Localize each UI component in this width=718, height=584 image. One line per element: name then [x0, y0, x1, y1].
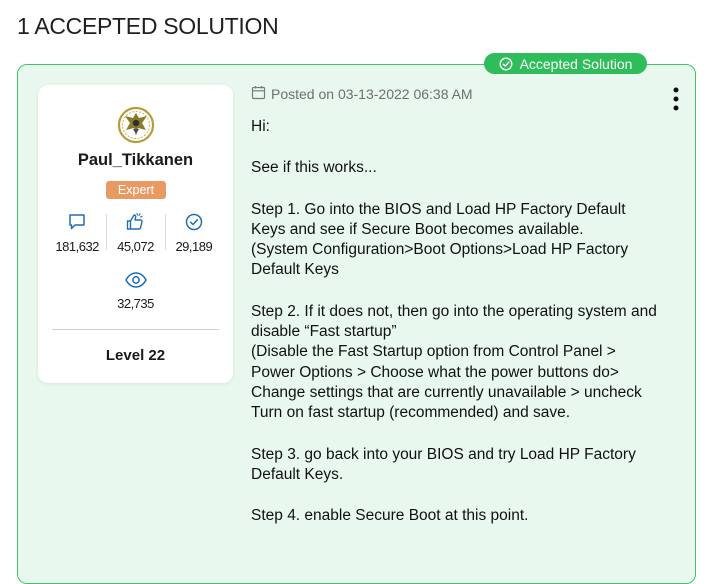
check-circle-icon [499, 56, 513, 71]
author-stats: 181,632 45,072 29,189 [48, 212, 223, 260]
post-paragraph: Step 4. enable Secure Boot at this point… [251, 507, 529, 525]
post-meta: Posted on 03-13-2022 06:38 AM [251, 85, 473, 103]
accepted-solution-badge: Accepted Solution [484, 53, 647, 74]
stat-kudos: 45,072 [106, 212, 164, 260]
eye-icon [124, 271, 148, 289]
stat-messages: 181,632 [48, 212, 106, 260]
calendar-icon [251, 85, 266, 103]
stat-value: 32,735 [117, 296, 154, 311]
post-body: Hi: See if this works... Step 1. Go into… [251, 117, 661, 547]
post-paragraph: Hi: [251, 118, 270, 135]
stat-value: 45,072 [117, 239, 154, 254]
post-paragraph: See if this works... [251, 159, 377, 177]
more-vertical-icon[interactable] [668, 87, 684, 116]
kudos-thumbs-up-icon [125, 212, 145, 232]
stat-value: 29,189 [175, 239, 213, 254]
author-username[interactable]: Paul_Tikkanen [38, 151, 233, 170]
avatar[interactable] [116, 105, 156, 145]
post-paragraph: Step 2. If it does not, then go into the… [251, 302, 657, 422]
stat-value: 181,632 [55, 239, 99, 254]
post-paragraph: Step 3. go back into your BIOS and try L… [251, 445, 636, 483]
message-icon [67, 212, 87, 232]
author-profile-card: Paul_Tikkanen Expert 181,632 45,072 29,1… [38, 85, 233, 383]
badge-label: Accepted Solution [519, 55, 633, 72]
divider [52, 329, 219, 330]
rank-badge: Expert [106, 181, 166, 199]
stat-views: 32,735 [38, 271, 233, 311]
check-circle-icon [184, 212, 204, 232]
accepted-solutions-heading: 1 ACCEPTED SOLUTION [17, 13, 279, 39]
post-date: Posted on 03-13-2022 06:38 AM [271, 86, 473, 102]
post-paragraph: Step 1. Go into the BIOS and Load HP Fac… [251, 200, 629, 279]
author-level: Level 22 [105, 347, 166, 364]
post-options-button[interactable] [668, 86, 684, 112]
stat-solutions: 29,189 [164, 212, 223, 260]
